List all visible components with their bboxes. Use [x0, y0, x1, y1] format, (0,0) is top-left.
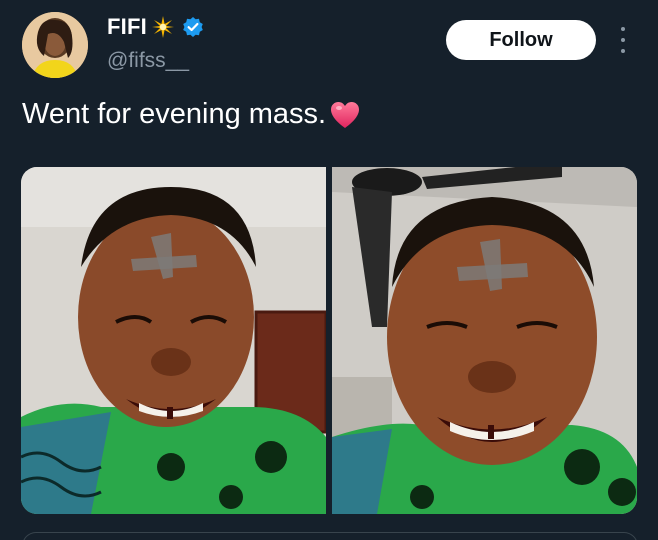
author-name-row: FIFI	[107, 14, 204, 40]
author-avatar[interactable]	[22, 12, 88, 78]
verified-badge-icon	[182, 16, 204, 38]
more-options-icon[interactable]	[616, 27, 630, 53]
media-grid	[21, 167, 637, 514]
sparkle-icon	[151, 15, 175, 39]
author-handle[interactable]: @fifss__	[107, 49, 189, 73]
next-tweet-edge	[22, 532, 638, 540]
follow-button[interactable]: Follow	[446, 20, 596, 60]
tweet-text-row: Went for evening mass.	[22, 98, 360, 131]
tweet-photo-2[interactable]	[332, 167, 637, 514]
author-display-name[interactable]: FIFI	[107, 14, 147, 40]
tweet-photo-1[interactable]	[21, 167, 326, 514]
tweet-card: FIFI @fifss__ Follow Went for evening ma…	[0, 0, 658, 540]
heart-emoji-icon	[330, 101, 360, 129]
tweet-text: Went for evening mass.	[22, 98, 327, 130]
